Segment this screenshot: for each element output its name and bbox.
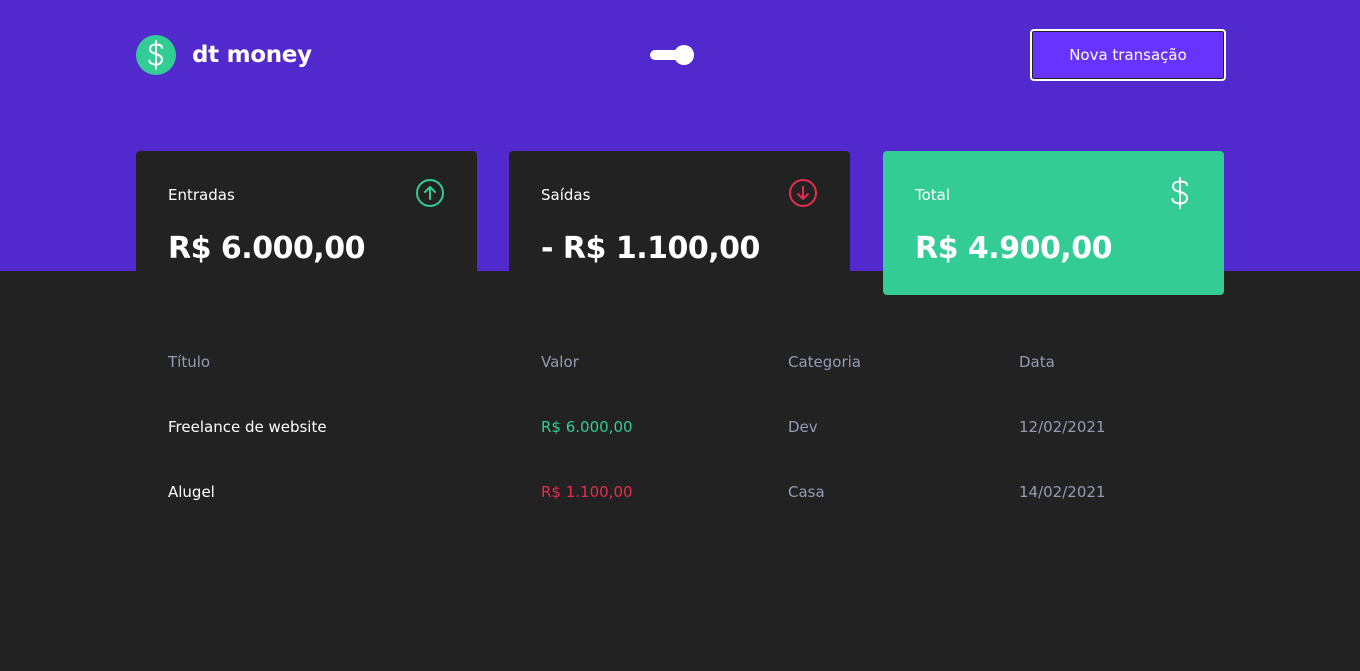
- outcome-card-title: Saídas: [541, 186, 591, 204]
- transaction-title: Alugel: [168, 483, 215, 501]
- dollar-logo-icon: [136, 35, 176, 75]
- transaction-value: R$ 1.100,00: [541, 483, 633, 501]
- arrow-up-circle-icon: [415, 178, 445, 212]
- transaction-category: Casa: [788, 483, 825, 501]
- app-logo: dt money: [136, 35, 312, 75]
- transaction-category: Dev: [788, 418, 818, 436]
- transaction-title: Freelance de website: [168, 418, 327, 436]
- app-name: dt money: [192, 42, 312, 68]
- outcome-card: Saídas - R$ 1.100,00: [509, 151, 850, 295]
- total-card: Total R$ 4.900,00: [883, 151, 1224, 295]
- new-transaction-button[interactable]: Nova transação: [1030, 29, 1226, 81]
- column-header-title: Título: [168, 353, 211, 371]
- transaction-date: 14/02/2021: [1019, 483, 1106, 501]
- outcome-card-value: - R$ 1.100,00: [541, 231, 760, 266]
- transaction-date: 12/02/2021: [1019, 418, 1106, 436]
- column-header-value: Valor: [541, 353, 579, 371]
- column-header-category: Categoria: [788, 353, 862, 371]
- theme-toggle[interactable]: [650, 44, 696, 66]
- total-card-title: Total: [915, 186, 951, 204]
- income-card-title: Entradas: [168, 186, 235, 204]
- column-header-date: Data: [1019, 353, 1055, 371]
- income-card-value: R$ 6.000,00: [168, 231, 365, 266]
- arrow-down-circle-icon: [788, 178, 818, 212]
- income-card: Entradas R$ 6.000,00: [136, 151, 477, 295]
- toggle-knob: [674, 45, 694, 65]
- total-card-value: R$ 4.900,00: [915, 231, 1112, 266]
- transaction-value: R$ 6.000,00: [541, 418, 633, 436]
- dollar-sign-icon: [1168, 177, 1192, 213]
